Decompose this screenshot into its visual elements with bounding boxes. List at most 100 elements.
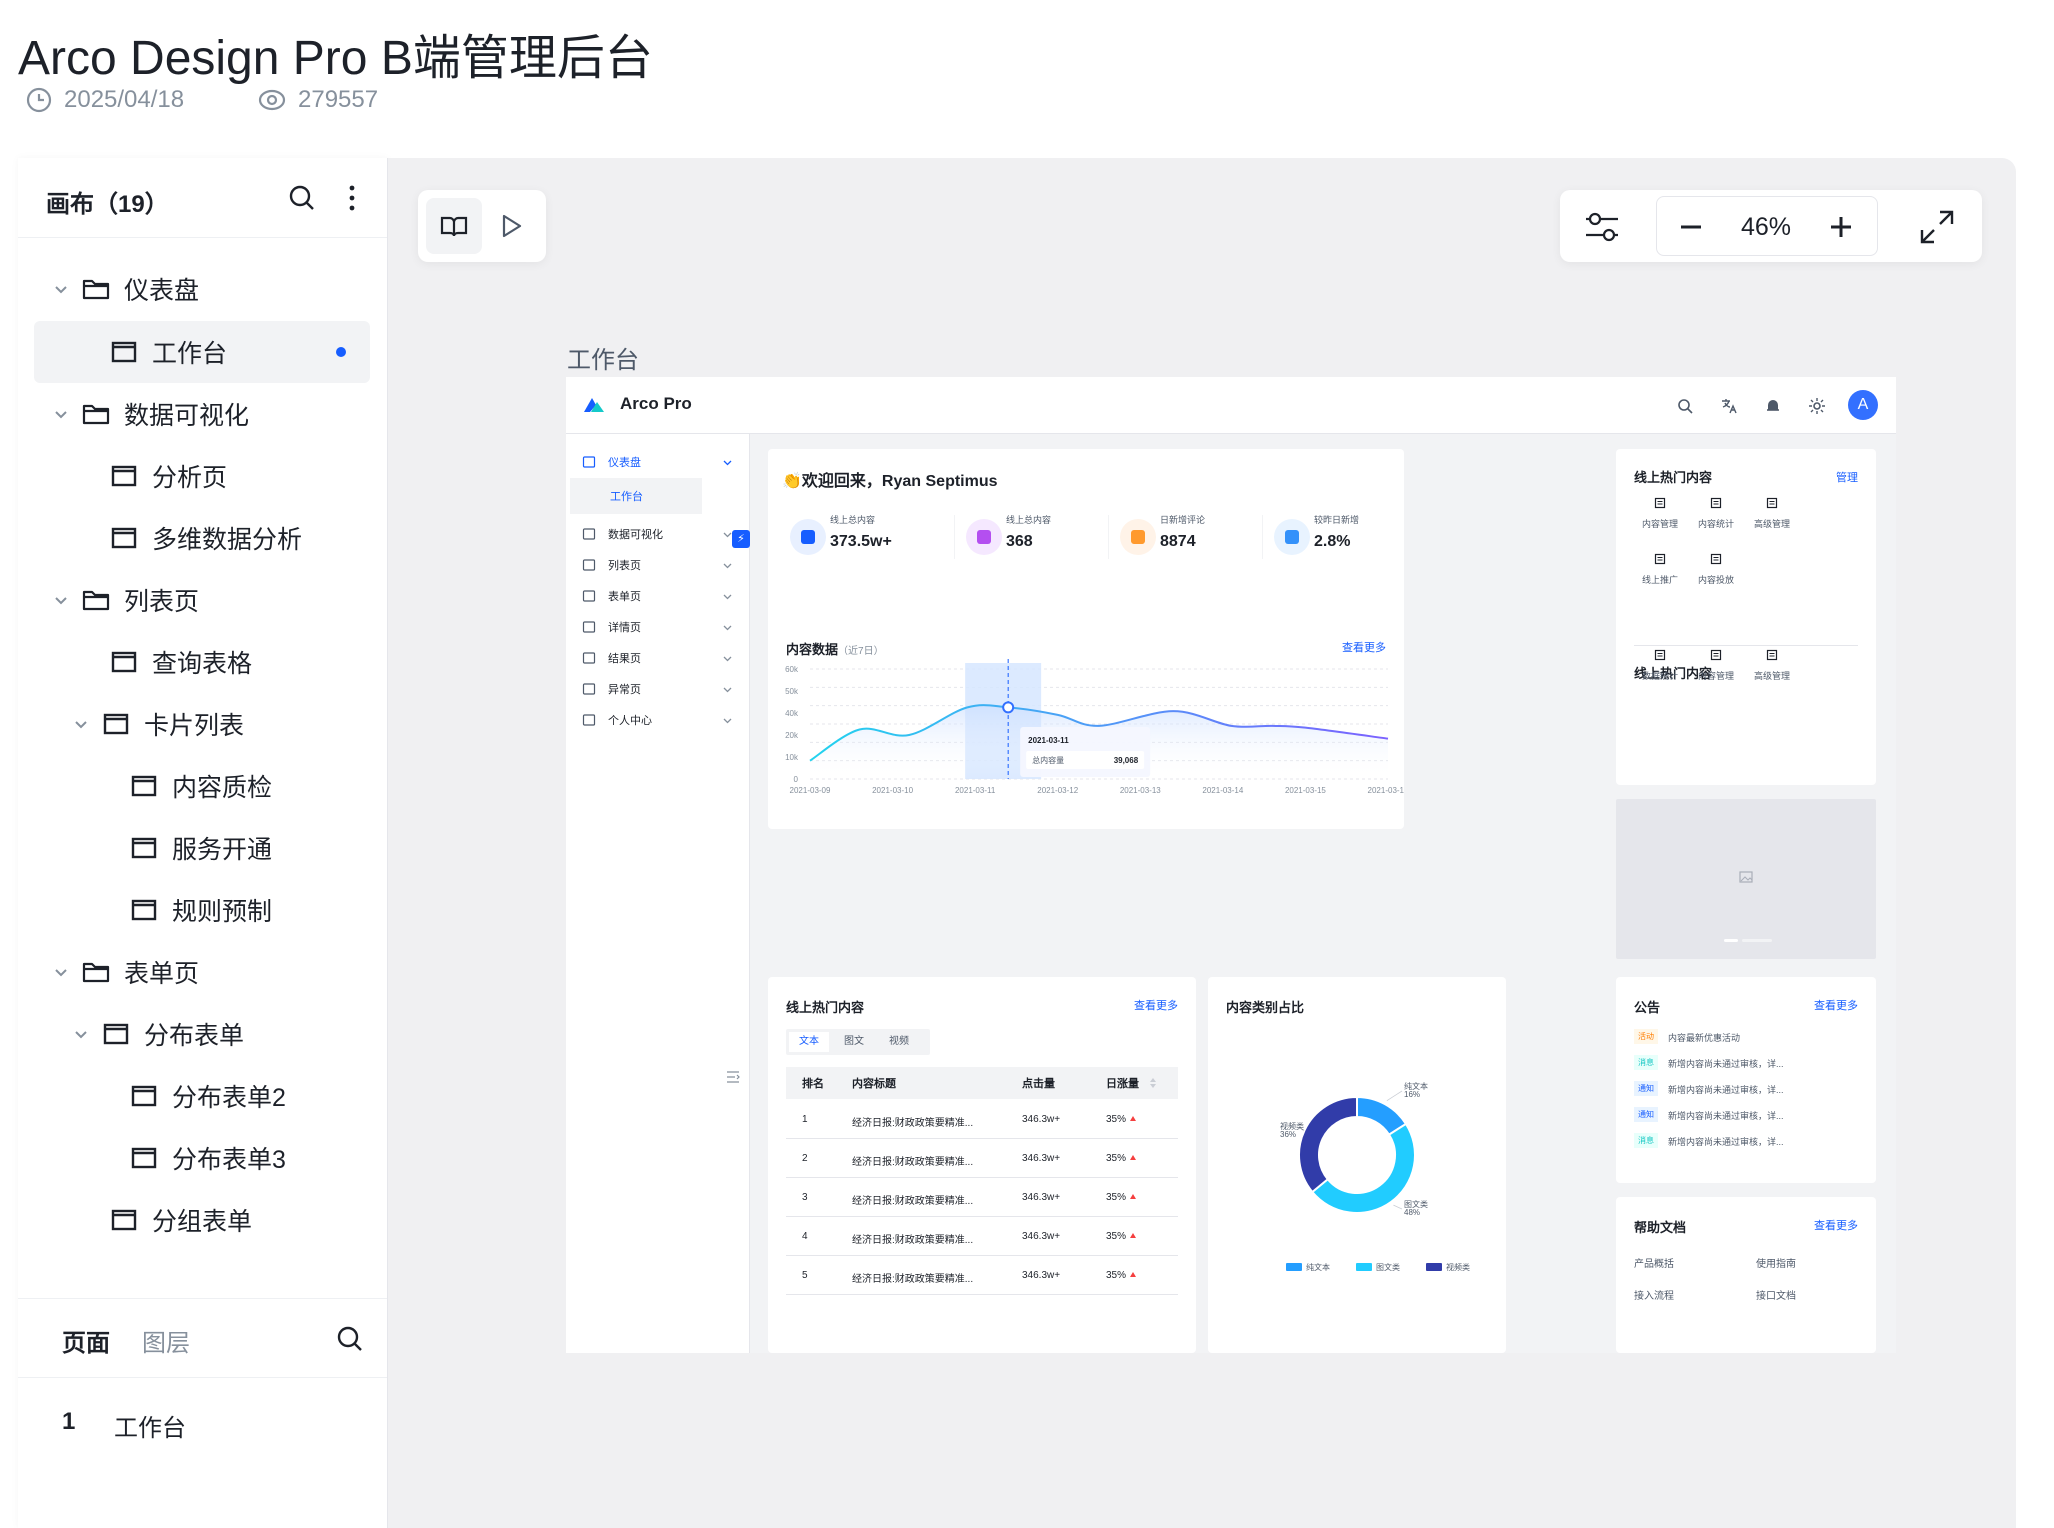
play-icon[interactable] <box>498 212 526 240</box>
tree-item-7[interactable]: 卡片列表 <box>34 693 370 755</box>
up-arrow-icon <box>1130 1233 1136 1238</box>
notice-item[interactable]: 活动 内容最新优惠活动 <box>1634 1029 1864 1047</box>
col-daily-growth[interactable]: 日涨量 <box>1106 1075 1139 1091</box>
quick-entry-4[interactable]: 内容投放 <box>1696 553 1736 586</box>
tree-item-3[interactable]: 分析页 <box>34 445 370 507</box>
nav-icon <box>582 590 596 602</box>
tree-item-4[interactable]: 多维数据分析 <box>34 507 370 569</box>
tree-item-12[interactable]: 分布表单 <box>34 1003 370 1065</box>
chevron-down-icon[interactable] <box>50 278 72 300</box>
zoom-level: 46% <box>1740 213 1792 241</box>
zoom-out-icon[interactable] <box>1679 215 1703 239</box>
read-mode-button[interactable] <box>426 198 482 254</box>
table-row[interactable]: 5 经济日报:财政政策要精准... 346.3w+ 35% <box>786 1257 1178 1295</box>
pie-slice[interactable] <box>1298 1095 1358 1194</box>
quick-entry-3[interactable]: 线上推广 <box>1640 553 1680 586</box>
tab-layers[interactable]: 图层 <box>142 1323 190 1358</box>
page-list-item[interactable]: 工作台 <box>114 1408 186 1443</box>
legend-label[interactable]: 纯文本 <box>1306 1262 1330 1272</box>
bell-icon[interactable] <box>1765 398 1781 414</box>
avatar[interactable]: A <box>1848 390 1878 420</box>
quick-entry-0[interactable]: 内容管理 <box>1640 497 1680 530</box>
notice-item[interactable]: 消息 新增内容尚未通过审核，详... <box>1634 1055 1864 1073</box>
legend-label[interactable]: 视频类 <box>1446 1262 1470 1272</box>
doc-link[interactable]: 接入流程 <box>1634 1287 1674 1302</box>
quick-entry-0[interactable]: 数据统计 <box>1640 649 1680 682</box>
y-tick-label: 50k <box>785 687 799 696</box>
tree-item-13[interactable]: 分布表单2 <box>34 1065 370 1127</box>
tree-item-5[interactable]: 列表页 <box>34 569 370 631</box>
tree-item-10[interactable]: 规则预制 <box>34 879 370 941</box>
tab-image-text[interactable]: 图文 <box>834 1032 874 1052</box>
quick-entry-2[interactable]: 高级管理 <box>1752 497 1792 530</box>
tree-item-6[interactable]: 查询表格 <box>34 631 370 693</box>
quick-entry-1[interactable]: 内容统计 <box>1696 497 1736 530</box>
view-more-link[interactable]: 查看更多 <box>1134 997 1178 1013</box>
collapse-menu-icon[interactable] <box>726 1070 740 1084</box>
sidebar-tabs: 页面 图层 <box>18 1298 387 1378</box>
chevron-down-icon[interactable] <box>70 713 92 735</box>
chevron-down-icon[interactable] <box>50 403 72 425</box>
pie-slice[interactable] <box>1310 1122 1416 1214</box>
more-vertical-icon[interactable] <box>348 184 356 212</box>
notice-item[interactable]: 消息 新增内容尚未通过审核，详... <box>1634 1133 1864 1151</box>
settings-sliders-icon[interactable] <box>1584 210 1620 244</box>
notice-title: 公告 <box>1634 1000 1661 1015</box>
carousel-dot[interactable] <box>1742 939 1772 942</box>
tab-text[interactable]: 文本 <box>789 1032 829 1052</box>
mock-nav-item-8[interactable]: 个人中心 <box>566 702 750 738</box>
notice-item[interactable]: 通知 新增内容尚未通过审核，详... <box>1634 1107 1864 1125</box>
quick-entry-1[interactable]: 内容管理 <box>1696 649 1736 682</box>
quick-entry-2[interactable]: 高级管理 <box>1752 649 1792 682</box>
doc-link[interactable]: 接口文档 <box>1756 1287 1796 1302</box>
sun-icon[interactable] <box>1809 398 1825 414</box>
doc-link[interactable]: 使用指南 <box>1756 1255 1796 1270</box>
banner-carousel[interactable] <box>1616 799 1876 959</box>
tab-video[interactable]: 视频 <box>879 1032 919 1052</box>
chevron-down-icon[interactable] <box>50 589 72 611</box>
hot-title: 线上热门内容 <box>786 1000 865 1015</box>
tree-item-9[interactable]: 服务开通 <box>34 817 370 879</box>
tree-item-2[interactable]: 数据可视化 <box>34 383 370 445</box>
chevron-down-icon[interactable] <box>70 1023 92 1045</box>
chevron-down-icon[interactable] <box>50 961 72 983</box>
table-row[interactable]: 1 经济日报:财政政策要精准... 346.3w+ 35% <box>786 1101 1178 1139</box>
notice-item[interactable]: 通知 新增内容尚未通过审核，详... <box>1634 1081 1864 1099</box>
tree-item-15[interactable]: 分组表单 <box>34 1189 370 1251</box>
view-more-link[interactable]: 查看更多 <box>1814 997 1858 1013</box>
tree-item-8[interactable]: 内容质检 <box>34 755 370 817</box>
tree-item-0[interactable]: 仪表盘 <box>34 258 370 320</box>
nav-icon <box>582 714 596 726</box>
manage-link[interactable]: 管理 <box>1836 469 1858 485</box>
table-row[interactable]: 3 经济日报:财政政策要精准... 346.3w+ 35% <box>786 1179 1178 1217</box>
search-icon[interactable] <box>288 184 316 212</box>
doc-link[interactable]: 产品概括 <box>1634 1255 1674 1270</box>
legend-label[interactable]: 图文类 <box>1376 1262 1400 1272</box>
table-row[interactable]: 2 经济日报:财政政策要精准... 346.3w+ 35% <box>786 1140 1178 1178</box>
stat-label: 线上总内容 <box>1006 515 1052 525</box>
cell-rank: 1 <box>802 1114 808 1125</box>
mock-nav-item-1[interactable]: 工作台 <box>570 478 702 514</box>
mock-nav-item-0[interactable]: 仪表盘 <box>566 444 750 480</box>
zoom-in-icon[interactable] <box>1829 215 1853 239</box>
mock-nav-label: 表单页 <box>608 591 641 603</box>
view-more-link[interactable]: 查看更多 <box>1814 1217 1858 1233</box>
hover-point[interactable] <box>1002 701 1015 714</box>
hot-content-card: 线上热门内容 查看更多 文本 图文 视频 排名 内容标题 点击量 日涨量 1 经济… <box>768 977 1196 1353</box>
fullscreen-icon[interactable] <box>1920 210 1954 244</box>
sort-icon[interactable] <box>1150 1078 1156 1088</box>
tree-item-14[interactable]: 分布表单3 <box>34 1127 370 1189</box>
tree-item-label: 列表页 <box>124 588 200 616</box>
view-more-link[interactable]: 查看更多 <box>1342 639 1386 655</box>
eye-icon <box>258 89 286 111</box>
page-frame-icon <box>111 527 137 549</box>
tab-pages[interactable]: 页面 <box>62 1323 110 1358</box>
table-row[interactable]: 4 经济日报:财政政策要精准... 346.3w+ 35% <box>786 1218 1178 1256</box>
stat-icon <box>790 519 826 555</box>
translate-icon[interactable] <box>1721 398 1737 414</box>
carousel-dot-active[interactable] <box>1724 939 1738 942</box>
tree-item-11[interactable]: 表单页 <box>34 941 370 1003</box>
search-icon[interactable] <box>1677 398 1693 414</box>
tree-item-1[interactable]: 工作台 <box>34 321 370 383</box>
search-icon[interactable] <box>336 1325 364 1353</box>
